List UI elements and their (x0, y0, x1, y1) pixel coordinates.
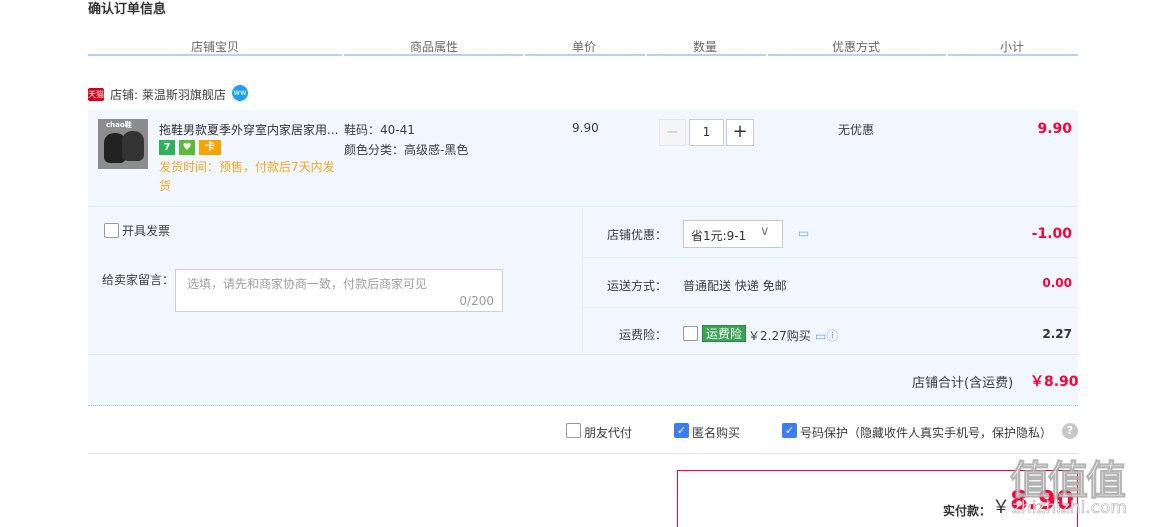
divider (88, 453, 1078, 454)
help-circle-icon[interactable]: ▭ⓘ (815, 327, 838, 344)
slipper-image-shape (122, 131, 144, 161)
credit-card-icon: 卡 (199, 140, 221, 155)
invoice-checkbox[interactable] (104, 223, 119, 238)
discount-method: 无优惠 (838, 123, 875, 137)
unit-price: 9.90 (572, 121, 599, 135)
options-divider (582, 208, 583, 352)
product-title-link[interactable]: 拖鞋男款夏季外穿室内家居家用... (159, 121, 339, 138)
col-shop-item: 店铺宝贝 (191, 40, 240, 54)
shipping-label: 运送方式： (607, 279, 668, 293)
col-discount: 优惠方式 (832, 40, 881, 54)
insurance-checkbox[interactable] (683, 326, 698, 341)
shipping-method: 普通配送 快递 免邮 (683, 279, 787, 293)
anonymous-label[interactable]: 匿名购买 (692, 424, 740, 441)
tmall-badge: 天猫 (88, 88, 104, 101)
seven-day-return-icon: 7 (159, 140, 175, 155)
shipping-amount: 0.00 (1042, 276, 1072, 290)
actual-pay-label: 实付款： (943, 504, 992, 518)
col-attributes: 商品属性 (410, 40, 459, 54)
page-title: 确认订单信息 (88, 2, 167, 17)
product-thumbnail[interactable]: chao鞋 (98, 119, 148, 169)
delivery-time: 发货时间：预售，付款后7天内发货 (159, 160, 335, 193)
shop-discount-label: 店铺优惠： (607, 228, 668, 242)
col-subtotal: 小计 (1000, 40, 1025, 54)
wangwang-chat-icon[interactable]: ww (232, 85, 248, 101)
shop-total-label: 店铺合计(含运费) (912, 376, 1014, 391)
insurance-amount: 2.27 (1042, 327, 1072, 341)
thumbnail-brand-text: chao鞋 (106, 121, 132, 129)
number-protect-checkbox[interactable]: ✓ (782, 423, 797, 438)
comment-icon[interactable]: ▭ (798, 226, 809, 240)
quantity-increase-button[interactable]: + (726, 119, 754, 146)
insurance-tag: 运费险 (702, 325, 747, 342)
header-underline (88, 54, 1078, 56)
friend-pay-label[interactable]: 朋友代付 (584, 424, 632, 441)
item-subtotal: 9.90 (1037, 121, 1072, 137)
options-divider (583, 257, 1078, 258)
chevron-down-icon: ∨ (760, 224, 770, 239)
memo-char-count: 0/200 (459, 294, 494, 308)
memo-label: 给卖家留言： (102, 273, 175, 287)
anonymous-checkbox[interactable]: ✓ (674, 423, 689, 438)
shop-total-amount: ￥8.90 (1030, 374, 1079, 390)
question-icon[interactable]: ? (1062, 423, 1078, 439)
number-protect-label[interactable]: 号码保护（隐藏收件人真实手机号，保护隐私） (800, 424, 1052, 441)
shop-name-link[interactable]: 店铺: 莱温斯羽旗舰店 (110, 86, 226, 103)
quantity-input[interactable]: 1 (689, 119, 724, 146)
guarantee-icon: ♥ (179, 140, 195, 155)
currency-symbol: ￥ (992, 497, 1010, 518)
insurance-label: 运费险： (619, 328, 668, 342)
shop-discount-value: 省1元:9-1 (691, 229, 747, 243)
col-quantity: 数量 (693, 40, 718, 54)
insurance-price: ￥2.27购买 (748, 329, 811, 343)
memo-placeholder: 选填，请先和商家协商一致，付款后商家可见 (187, 277, 428, 291)
invoice-label[interactable]: 开具发票 (122, 222, 170, 239)
options-divider (583, 307, 1078, 308)
attr-color: 颜色分类：高级感-黑色 (344, 143, 469, 157)
shop-discount-amount: -1.00 (1031, 226, 1072, 242)
attr-size: 鞋码：40-41 (344, 123, 415, 137)
friend-pay-checkbox[interactable] (566, 423, 581, 438)
watermark-url: zhizhizhi.com (1012, 498, 1128, 519)
col-unit-price: 单价 (572, 40, 597, 54)
column-header: 店铺宝贝 商品属性 单价 数量 优惠方式 小计 (88, 36, 1078, 56)
quantity-decrease-button[interactable]: − (659, 119, 686, 146)
